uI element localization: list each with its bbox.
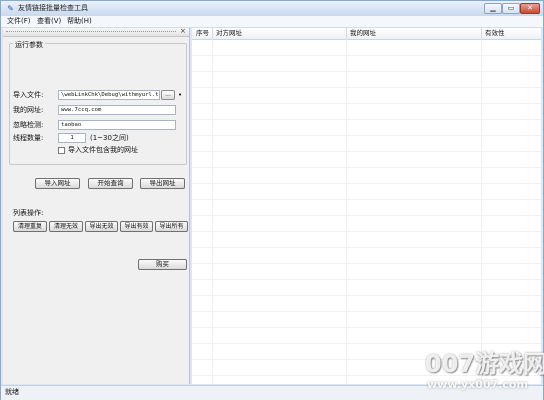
grid-line <box>192 343 541 344</box>
results-table: 序号 对方网址 我的网址 有效性 <box>192 28 541 384</box>
threads-label: 线程数量: <box>13 134 44 142</box>
grid-line <box>192 199 541 200</box>
column-header-validity[interactable]: 有效性 <box>485 29 505 38</box>
maximize-button[interactable]: ▭ <box>502 3 520 14</box>
panel-grip[interactable] <box>6 31 176 34</box>
grid-line <box>192 71 541 72</box>
close-icon: ✕ <box>527 4 533 12</box>
grid-line <box>192 135 541 136</box>
title-bar[interactable]: ✎ 友情链接批量检查工具 ▁ ▭ ✕ <box>1 1 543 16</box>
maximize-icon: ▭ <box>507 4 515 12</box>
panel-close-icon[interactable]: × <box>180 27 186 36</box>
grid-line <box>192 119 541 120</box>
import-urls-button[interactable]: 导入网址 <box>35 178 80 189</box>
grid-line <box>481 39 482 384</box>
menu-bar: 文件(F) 查看(V) 帮助(H) <box>1 16 543 28</box>
column-header-index[interactable]: 序号 <box>196 29 209 38</box>
my-url-label: 我的网址: <box>13 106 44 114</box>
my-url-input[interactable]: www.7ccq.com <box>58 105 176 115</box>
import-file-input[interactable]: \webLinkChk\Debug\withmyurl.txt <box>58 90 160 100</box>
grid-line <box>192 327 541 328</box>
group-title: 运行参数 <box>13 41 45 50</box>
buy-button[interactable]: 购买 <box>138 259 187 270</box>
browse-button[interactable]: ... <box>161 90 175 100</box>
required-dot: • <box>178 91 183 99</box>
ignore-input[interactable]: taobao <box>58 120 176 130</box>
grid-line <box>192 295 541 296</box>
include-my-url-checkbox[interactable] <box>58 147 65 154</box>
grid-line <box>212 39 213 384</box>
grid-line <box>192 151 541 152</box>
column-header-target-url[interactable]: 对方网址 <box>216 29 242 38</box>
column-divider[interactable] <box>481 28 482 39</box>
column-divider[interactable] <box>346 28 347 39</box>
grid-line <box>346 39 347 384</box>
export-urls-button[interactable]: 导出网址 <box>140 178 185 189</box>
export-valid-button[interactable]: 导出有效 <box>120 221 153 232</box>
minimize-icon: ▁ <box>490 4 496 12</box>
menu-view[interactable]: 查看(V) <box>37 17 61 26</box>
clean-duplicates-button[interactable]: 清理重复 <box>13 221 47 232</box>
grid-line <box>192 55 541 56</box>
column-divider[interactable] <box>212 28 213 39</box>
status-text: 就绪 <box>5 388 19 396</box>
grid-line <box>192 311 541 312</box>
start-query-button[interactable]: 开始查询 <box>88 178 133 189</box>
export-invalid-button[interactable]: 导出无效 <box>85 221 118 232</box>
include-my-url-label[interactable]: 导入文件包含我的网址 <box>68 146 138 155</box>
menu-file[interactable]: 文件(F) <box>7 17 31 26</box>
close-button[interactable]: ✕ <box>520 3 540 14</box>
grid-line <box>192 87 541 88</box>
grid-line <box>192 103 541 104</box>
table-header: 序号 对方网址 我的网址 有效性 <box>192 28 541 40</box>
list-ops-label: 列表操作: <box>13 209 44 217</box>
watermark-brand: 007游戏网 <box>425 350 544 378</box>
import-file-label: 导入文件: <box>13 91 44 99</box>
minimize-button[interactable]: ▁ <box>484 3 502 14</box>
menu-help[interactable]: 帮助(H) <box>67 17 92 26</box>
app-logo-icon: ✎ <box>7 4 14 13</box>
threads-input[interactable]: 1 <box>58 133 86 143</box>
settings-panel: × 运行参数 导入文件: \webLinkChk\Debug\withmyurl… <box>3 27 190 384</box>
grid-line <box>192 167 541 168</box>
grid-line <box>192 231 541 232</box>
ignore-label: 忽略检测: <box>13 121 44 129</box>
grid-line <box>192 183 541 184</box>
watermark-url: www.yx007.com <box>427 378 528 391</box>
clean-invalid-button[interactable]: 清理无效 <box>49 221 83 232</box>
grid-line <box>192 279 541 280</box>
grid-line <box>192 215 541 216</box>
panel-header: × <box>3 27 189 37</box>
column-header-my-url[interactable]: 我的网址 <box>350 29 376 38</box>
app-window: ✎ 友情链接批量检查工具 ▁ ▭ ✕ 文件(F) 查看(V) 帮助(H) × 运… <box>0 0 544 400</box>
watermark: 007游戏网 www.yx007.com <box>425 350 544 399</box>
threads-hint: (1~30之间) <box>90 134 129 142</box>
window-title: 友情链接批量检查工具 <box>18 4 88 12</box>
grid-line <box>192 263 541 264</box>
grid-line <box>192 247 541 248</box>
export-all-button[interactable]: 导出所有 <box>155 221 188 232</box>
